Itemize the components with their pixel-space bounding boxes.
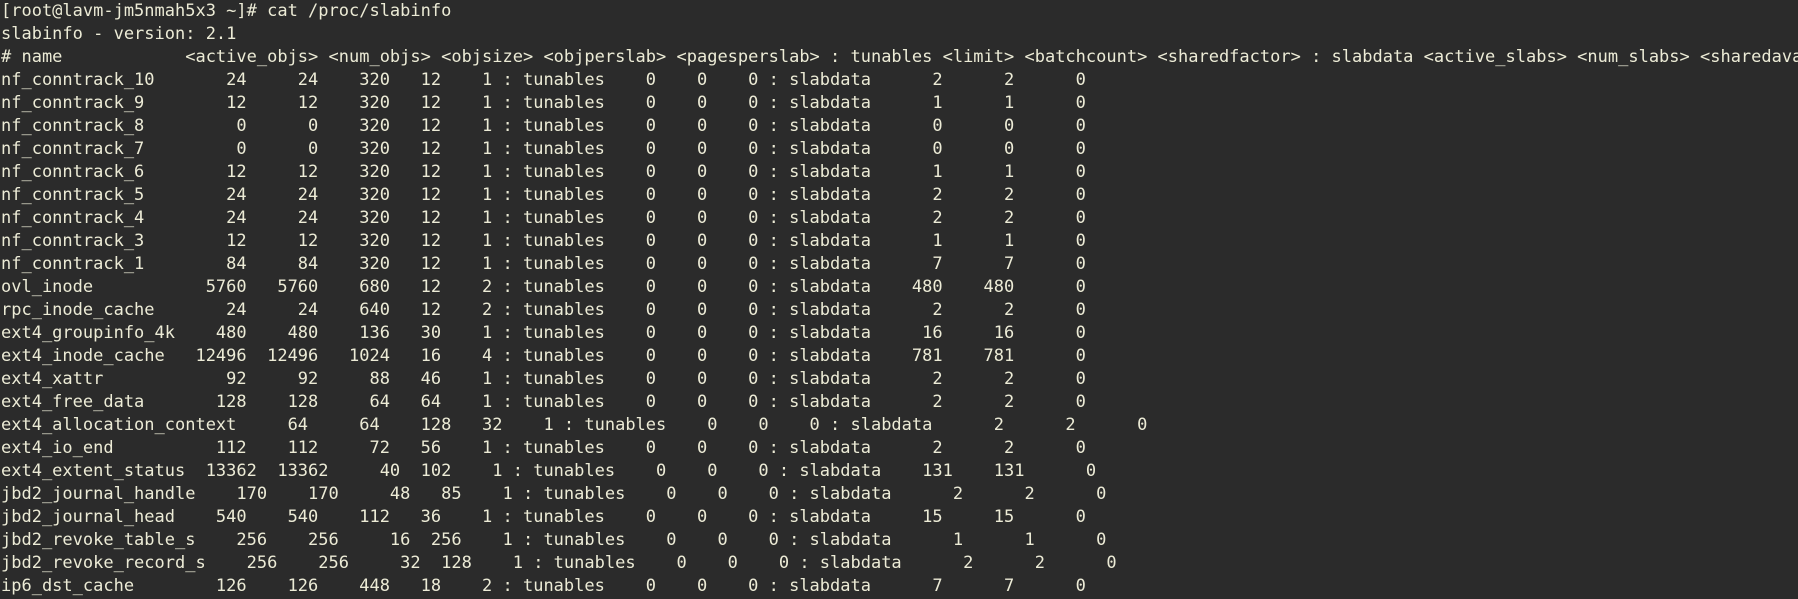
slab-row: ext4_xattr 92 92 88 46 1 : tunables 0 0 …	[1, 369, 1086, 389]
slab-row: ovl_inode 5760 5760 680 12 2 : tunables …	[1, 277, 1086, 297]
slab-row: ext4_groupinfo_4k 480 480 136 30 1 : tun…	[1, 323, 1086, 343]
slab-row: nf_conntrack_9 12 12 320 12 1 : tunables…	[1, 93, 1086, 113]
slab-row: nf_conntrack_10 24 24 320 12 1 : tunable…	[1, 70, 1086, 90]
slab-row: jbd2_revoke_record_s 256 256 32 128 1 : …	[1, 553, 1117, 573]
slab-row: ext4_free_data 128 128 64 64 1 : tunable…	[1, 392, 1086, 412]
slab-row: jbd2_journal_head 540 540 112 36 1 : tun…	[1, 507, 1086, 527]
slab-row: ext4_io_end 112 112 72 56 1 : tunables 0…	[1, 438, 1086, 458]
slab-row: nf_conntrack_5 24 24 320 12 1 : tunables…	[1, 185, 1086, 205]
slab-row: ext4_extent_status 13362 13362 40 102 1 …	[1, 461, 1097, 481]
slab-row: nf_conntrack_4 24 24 320 12 1 : tunables…	[1, 208, 1086, 228]
slab-row: ext4_inode_cache 12496 12496 1024 16 4 :…	[1, 346, 1086, 366]
slab-row: nf_conntrack_7 0 0 320 12 1 : tunables 0…	[1, 139, 1086, 159]
terminal-window[interactable]: [root@lavm-jm5nmah5x3 ~]# cat /proc/slab…	[0, 0, 1798, 599]
version-line: slabinfo - version: 2.1	[1, 24, 237, 44]
slab-row: nf_conntrack_3 12 12 320 12 1 : tunables…	[1, 231, 1086, 251]
slab-row: ip6_dst_cache 126 126 448 18 2 : tunable…	[1, 576, 1086, 596]
slab-row: ext4_allocation_context 64 64 128 32 1 :…	[1, 415, 1148, 435]
slab-row: nf_conntrack_1 84 84 320 12 1 : tunables…	[1, 254, 1086, 274]
slab-row: jbd2_revoke_table_s 256 256 16 256 1 : t…	[1, 530, 1107, 550]
slab-row: nf_conntrack_6 12 12 320 12 1 : tunables…	[1, 162, 1086, 182]
slab-row: rpc_inode_cache 24 24 640 12 2 : tunable…	[1, 300, 1086, 320]
header-line: # name <active_objs> <num_objs> <objsize…	[1, 47, 1798, 67]
slab-row: jbd2_journal_handle 170 170 48 85 1 : tu…	[1, 484, 1107, 504]
prompt-line: [root@lavm-jm5nmah5x3 ~]# cat /proc/slab…	[1, 1, 452, 21]
slab-row: nf_conntrack_8 0 0 320 12 1 : tunables 0…	[1, 116, 1086, 136]
